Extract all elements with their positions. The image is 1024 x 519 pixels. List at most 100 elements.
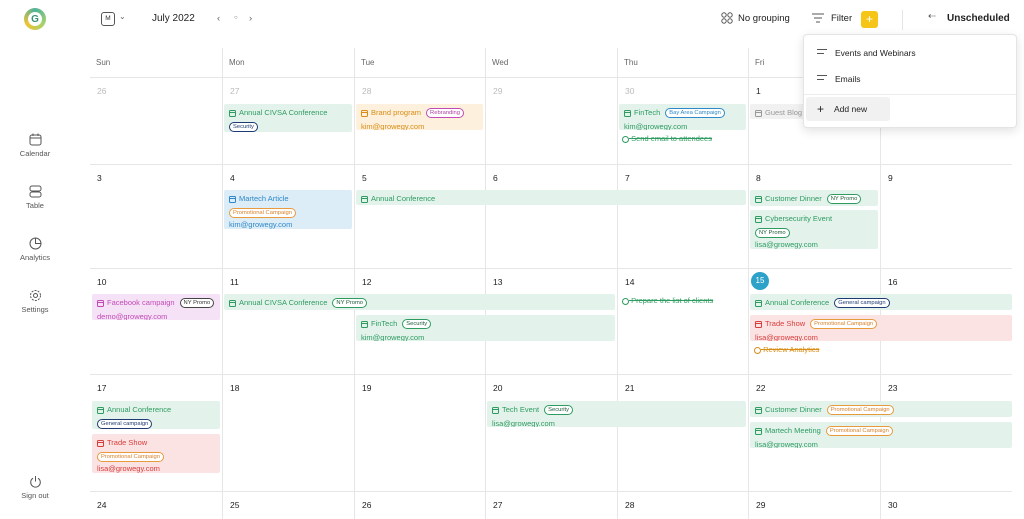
day-cell[interactable]: 21 [617,374,748,491]
calendar-icon [97,439,104,447]
event-tag: Security [544,405,574,415]
calendar-icon [755,406,762,414]
next-month-button[interactable]: › [249,13,252,24]
day-cell[interactable]: 19 [354,374,485,491]
sidebar-item-calendar[interactable]: Calendar [0,133,70,158]
event-card[interactable]: Trade Show Promotional Campaign lisa@grow… [750,315,1012,341]
day-cell[interactable]: 29 [748,491,880,519]
event-card[interactable]: FinTech Security kim@growegy.com [356,315,615,341]
event-card[interactable]: Trade Show Promotional Campaign lisa@gro… [92,434,220,473]
calendar-icon [97,299,104,307]
day-number: 30 [888,500,898,510]
filter-button[interactable]: Filter [831,13,852,24]
event-card[interactable]: Customer Dinner NY Promo [750,190,878,206]
event-owner: kim@growegy.com [361,332,425,342]
day-number: 3 [97,173,102,183]
filter-option-emails[interactable]: Emails [804,68,1016,90]
event-title: Annual Conference [371,194,436,203]
event-title: FinTech [371,319,398,328]
sidebar-item-analytics[interactable]: Analytics [0,237,70,262]
day-cell[interactable]: 28 [617,491,748,519]
view-mode-button[interactable]: M [101,12,115,26]
calendar-icon [755,299,762,307]
event-card[interactable]: Annual Conference General campaign [750,294,1012,310]
day-cell[interactable]: 27 [485,491,617,519]
add-button[interactable]: + [861,11,878,28]
event-card[interactable]: Annual CIVSA Conference NY Promo [224,294,615,310]
event-tag: NY Promo [332,298,368,308]
day-cell[interactable]: 29 [485,77,617,164]
event-tag: Rebranding [426,108,465,118]
day-cell[interactable]: 14 [617,268,748,374]
day-number: 13 [493,277,503,287]
event-title: Annual CIVSA Conference [239,108,328,117]
event-title: Facebook campaign [107,298,175,307]
day-cell[interactable]: 24 [90,491,222,519]
event-owner: kim@growegy.com [624,121,688,131]
event-tag: General campaign [97,418,153,429]
no-grouping-button[interactable]: No grouping [738,13,790,24]
day-cell[interactable]: 20 [485,374,617,491]
event-card[interactable]: Facebook campaign NY Promo demo@growegy.c… [92,294,220,320]
sidebar-item-label: Table [26,201,44,210]
day-number: 28 [625,500,635,510]
sidebar-item-settings[interactable]: Settings [0,289,70,314]
filter-icon[interactable] [812,13,824,26]
grouping-icon[interactable] [721,12,733,27]
day-cell[interactable]: 18 [222,374,354,491]
event-card[interactable]: Annual CIVSA Conference Security [224,104,352,132]
day-cell[interactable]: 6 [485,164,617,268]
event-title: Cybersecurity Event [765,214,833,223]
event-card[interactable]: Annual Conference General campaign [92,401,220,429]
day-number: 26 [97,86,107,96]
day-cell[interactable]: 10 [90,268,222,374]
task-item[interactable]: Review Analytics [754,345,819,354]
day-number: 30 [625,86,635,96]
prev-month-button[interactable]: ‹ [217,13,220,24]
day-cell[interactable]: 9 [880,164,1012,268]
event-card[interactable]: Martech Meeting Promotional Campaign lisa… [750,422,1012,448]
divider [902,10,903,30]
event-owner: lisa@growegy.com [755,439,818,449]
day-cell[interactable]: 5 [354,164,485,268]
collapse-left-icon[interactable]: ⇠ [928,11,936,22]
day-cell[interactable]: 26 [354,491,485,519]
today-dot-button[interactable]: ○ [234,15,238,21]
event-tag: NY Promo [755,227,790,238]
check-circle-icon [754,346,761,354]
day-cell[interactable]: 11 [222,268,354,374]
day-cell[interactable]: 3 [90,164,222,268]
growegy-logo[interactable]: G [24,8,46,30]
sign-out-button[interactable]: Sign out [0,475,70,500]
unscheduled-button[interactable]: Unscheduled [947,13,1010,24]
sidebar-item-table[interactable]: Table [0,185,70,210]
event-title: Annual Conference [107,405,172,414]
event-card[interactable]: FinTech Bay Area Campaign kim@growegy.com [619,104,746,130]
day-cell[interactable]: 17 [90,374,222,491]
day-cell[interactable]: 26 [90,77,222,164]
event-card[interactable]: Annual Conference [356,190,746,205]
event-tag: General campaign [834,298,890,308]
task-item[interactable]: Prepare the list of clients [622,296,713,305]
event-card[interactable]: Martech Article Promotional Campaign kim… [224,190,352,229]
task-item[interactable]: Send email to attendees [622,134,712,143]
event-card[interactable]: Tech Event Security lisa@growegy.com [487,401,746,427]
today-badge: 15 [751,272,769,290]
add-new-filter-button[interactable]: + Add new [806,97,890,121]
event-tag: Promotional Campaign [97,451,164,462]
event-card[interactable]: Customer Dinner Promotional Campaign [750,401,1012,417]
day-number: 22 [756,383,766,393]
day-number: 6 [493,173,498,183]
day-number: 20 [493,383,503,393]
list-icon [817,49,827,57]
event-card[interactable]: Cybersecurity Event NY Promo lisa@groweg… [750,210,878,249]
day-cell[interactable]: 25 [222,491,354,519]
day-cell[interactable]: 30 [880,491,1012,519]
filter-option-events[interactable]: Events and Webinars [804,42,1016,64]
event-card[interactable]: Brand program Rebranding kim@growegy.com [356,104,483,130]
event-tag: Bay Area Campaign [665,108,725,118]
calendar-icon [229,109,236,117]
day-cell[interactable]: 7 [617,164,748,268]
day-number: 21 [625,383,635,393]
chevron-down-icon[interactable]: ⌄ [119,12,126,21]
